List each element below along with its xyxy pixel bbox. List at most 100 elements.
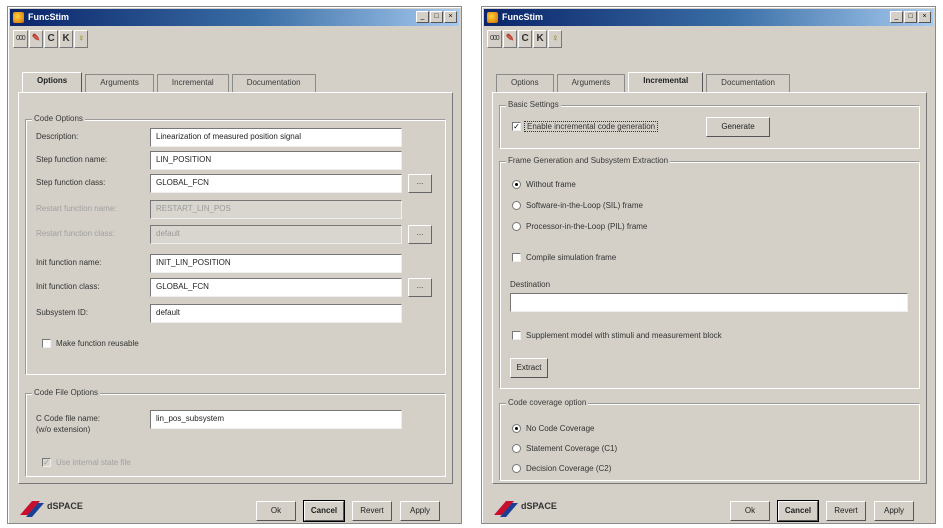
- subsystem-id-label: Subsystem ID:: [36, 308, 89, 317]
- c-code-file-field[interactable]: lin_pos_subsystem: [150, 410, 402, 429]
- step-class-browse-button[interactable]: ...: [408, 174, 432, 193]
- close-button[interactable]: ×: [918, 11, 931, 23]
- ok-button[interactable]: Ok: [256, 501, 296, 521]
- radio-no-coverage-label: No Code Coverage: [526, 424, 595, 433]
- restart-function-class-row: Restart function class: default ...: [36, 225, 435, 245]
- supplement-model-checkbox[interactable]: [512, 331, 521, 340]
- radio-sil-frame-label: Software-in-the-Loop (SIL) frame: [526, 201, 643, 210]
- toolbar-c-icon[interactable]: C: [518, 30, 533, 48]
- c-code-file-label: C Code file name:: [36, 414, 101, 423]
- cancel-button[interactable]: Cancel: [777, 500, 819, 522]
- tab-options[interactable]: Options: [496, 74, 554, 92]
- description-field[interactable]: Linearization of measured position signa…: [150, 128, 402, 147]
- step-function-class-field[interactable]: GLOBAL_FCN: [150, 174, 402, 193]
- toolbar-k-icon[interactable]: K: [533, 30, 548, 48]
- tab-strip: Options Arguments Incremental Documentat…: [496, 71, 793, 93]
- c-code-file-sublabel: (w/o extension): [36, 425, 91, 434]
- close-button[interactable]: ×: [444, 11, 457, 23]
- destination-field[interactable]: [510, 293, 908, 312]
- description-label: Description:: [36, 132, 79, 141]
- toolbar-pencil-icon[interactable]: ✎: [28, 30, 44, 48]
- radio-without-frame[interactable]: [512, 180, 521, 189]
- make-reusable-label: Make function reusable: [56, 339, 139, 348]
- init-function-class-row: Init function class: GLOBAL_FCN ...: [36, 278, 435, 298]
- radio-pil-frame[interactable]: [512, 222, 521, 231]
- init-function-class-field[interactable]: GLOBAL_FCN: [150, 278, 402, 297]
- frame-generation-label: Frame Generation and Subsystem Extractio…: [506, 156, 671, 165]
- code-options-group: Code Options Description: Linearization …: [25, 114, 446, 375]
- step-function-name-row: Step function name: LIN_POSITION: [36, 151, 435, 171]
- step-function-name-field[interactable]: LIN_POSITION: [150, 151, 402, 170]
- radio-without-frame-label: Without frame: [526, 180, 576, 189]
- radio-statement-coverage[interactable]: [512, 444, 521, 453]
- restart-class-browse-button: ...: [408, 225, 432, 244]
- window-title: FuncStim: [28, 12, 70, 22]
- basic-settings-group: Basic Settings ✓ Enable incremental code…: [499, 100, 920, 149]
- tab-incremental[interactable]: Incremental: [156, 74, 229, 92]
- logo-text: dSPACE: [521, 501, 557, 511]
- restart-function-name-field: RESTART_LIN_POS: [150, 200, 402, 219]
- toolbar-grid-icon[interactable]: 000: [13, 30, 28, 48]
- radio-no-coverage[interactable]: [512, 424, 521, 433]
- generate-button[interactable]: Generate: [706, 117, 770, 137]
- enable-incremental-checkbox[interactable]: ✓: [512, 122, 521, 131]
- minimize-button[interactable]: _: [416, 11, 429, 23]
- tab-strip: Options Arguments Incremental Documentat…: [22, 71, 319, 93]
- apply-button[interactable]: Apply: [874, 501, 914, 521]
- tab-documentation[interactable]: Documentation: [706, 74, 790, 92]
- radio-decision-coverage[interactable]: [512, 464, 521, 473]
- incremental-panel: Basic Settings ✓ Enable incremental code…: [492, 92, 927, 484]
- extract-button[interactable]: Extract: [510, 358, 548, 378]
- supplement-model-label: Supplement model with stimuli and measur…: [526, 331, 722, 340]
- toolbar-grid-icon[interactable]: 000: [487, 30, 502, 48]
- step-function-class-row: Step function class: GLOBAL_FCN ...: [36, 174, 435, 194]
- cancel-button[interactable]: Cancel: [303, 500, 345, 522]
- maximize-button[interactable]: □: [430, 11, 443, 23]
- dialog-window-incremental: FuncStim _ □ × 000 ✎ C K ♀ Options Argum…: [481, 6, 936, 524]
- init-function-name-row: Init function name: INIT_LIN_POSITION: [36, 254, 435, 274]
- code-file-options-label: Code File Options: [32, 388, 101, 397]
- toolbar-pin-icon[interactable]: ♀: [548, 30, 563, 48]
- code-file-options-group: Code File Options C Code file name: (w/o…: [25, 388, 446, 477]
- toolbar-pencil-icon[interactable]: ✎: [502, 30, 518, 48]
- restart-function-name-row: Restart function name: RESTART_LIN_POS: [36, 200, 435, 220]
- code-coverage-label: Code coverage option: [506, 398, 589, 407]
- revert-button[interactable]: Revert: [352, 501, 392, 521]
- step-function-class-label: Step function class:: [36, 178, 106, 187]
- basic-settings-label: Basic Settings: [506, 100, 561, 109]
- toolbar-pin-icon[interactable]: ♀: [74, 30, 89, 48]
- tab-documentation[interactable]: Documentation: [231, 74, 316, 92]
- ok-button[interactable]: Ok: [730, 501, 770, 521]
- radio-decision-coverage-label: Decision Coverage (C2): [526, 464, 612, 473]
- title-bar: FuncStim _ □ ×: [10, 9, 459, 26]
- dialog-window-options: FuncStim _ □ × 000 ✎ C K ♀ Options Argum…: [7, 6, 462, 524]
- tab-arguments[interactable]: Arguments: [85, 74, 154, 92]
- enable-incremental-label: Enable incremental code generation: [524, 121, 659, 132]
- toolbar-c-icon[interactable]: C: [44, 30, 59, 48]
- apply-button[interactable]: Apply: [400, 501, 440, 521]
- internal-state-checkbox: ✓: [42, 458, 51, 467]
- toolbar: 000 ✎ C K ♀: [487, 30, 563, 50]
- internal-state-label: Use internal state file: [56, 458, 131, 467]
- toolbar: 000 ✎ C K ♀: [13, 30, 89, 50]
- radio-statement-coverage-label: Statement Coverage (C1): [526, 444, 618, 453]
- toolbar-k-icon[interactable]: K: [59, 30, 74, 48]
- tab-arguments[interactable]: Arguments: [556, 74, 626, 92]
- minimize-button[interactable]: _: [890, 11, 903, 23]
- logo-text: dSPACE: [47, 501, 83, 511]
- tab-incremental[interactable]: Incremental: [628, 72, 704, 93]
- make-reusable-checkbox[interactable]: [42, 339, 51, 348]
- init-function-name-field[interactable]: INIT_LIN_POSITION: [150, 254, 402, 273]
- radio-sil-frame[interactable]: [512, 201, 521, 210]
- window-title: FuncStim: [502, 12, 544, 22]
- init-class-browse-button[interactable]: ...: [408, 278, 432, 297]
- code-coverage-group: Code coverage option No Code Coverage St…: [499, 398, 920, 481]
- maximize-button[interactable]: □: [904, 11, 917, 23]
- restart-function-class-label: Restart function class:: [36, 229, 115, 238]
- code-options-label: Code Options: [32, 114, 85, 123]
- subsystem-id-field[interactable]: default: [150, 304, 402, 323]
- revert-button[interactable]: Revert: [826, 501, 866, 521]
- step-function-name-label: Step function name:: [36, 155, 108, 164]
- compile-frame-checkbox[interactable]: [512, 253, 521, 262]
- tab-options[interactable]: Options: [22, 72, 83, 93]
